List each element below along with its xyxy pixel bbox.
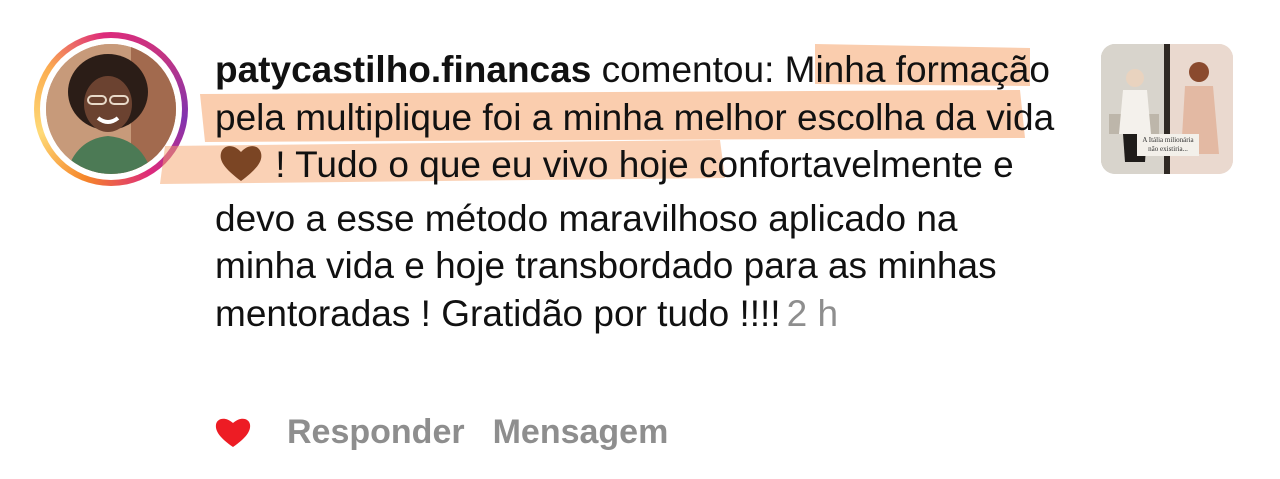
comment-timestamp: 2 h — [786, 292, 839, 334]
avatar-story-ring[interactable] — [34, 32, 188, 186]
comment-actions: Responder Mensagem — [215, 408, 696, 456]
post-thumbnail[interactable]: A Itália milionária não existiria... — [1101, 44, 1233, 174]
brown-heart-emoji-icon — [219, 143, 263, 195]
heart-icon — [215, 418, 251, 447]
comment-text-after-emoji: ! Tudo o que eu vivo hoje confortavelmen… — [215, 144, 1014, 334]
post-thumbnail-caption: A Itália milionária não existiria... — [1137, 134, 1199, 156]
reply-button[interactable]: Responder — [287, 413, 465, 452]
comment-username[interactable]: patycastilho.financas — [215, 49, 591, 90]
comment-body: patycastilho.financas comentou: Minha fo… — [215, 46, 1065, 337]
avatar[interactable] — [46, 44, 176, 174]
message-button[interactable]: Mensagem — [493, 413, 669, 452]
avatar-image — [46, 44, 176, 174]
like-button[interactable] — [215, 414, 251, 450]
